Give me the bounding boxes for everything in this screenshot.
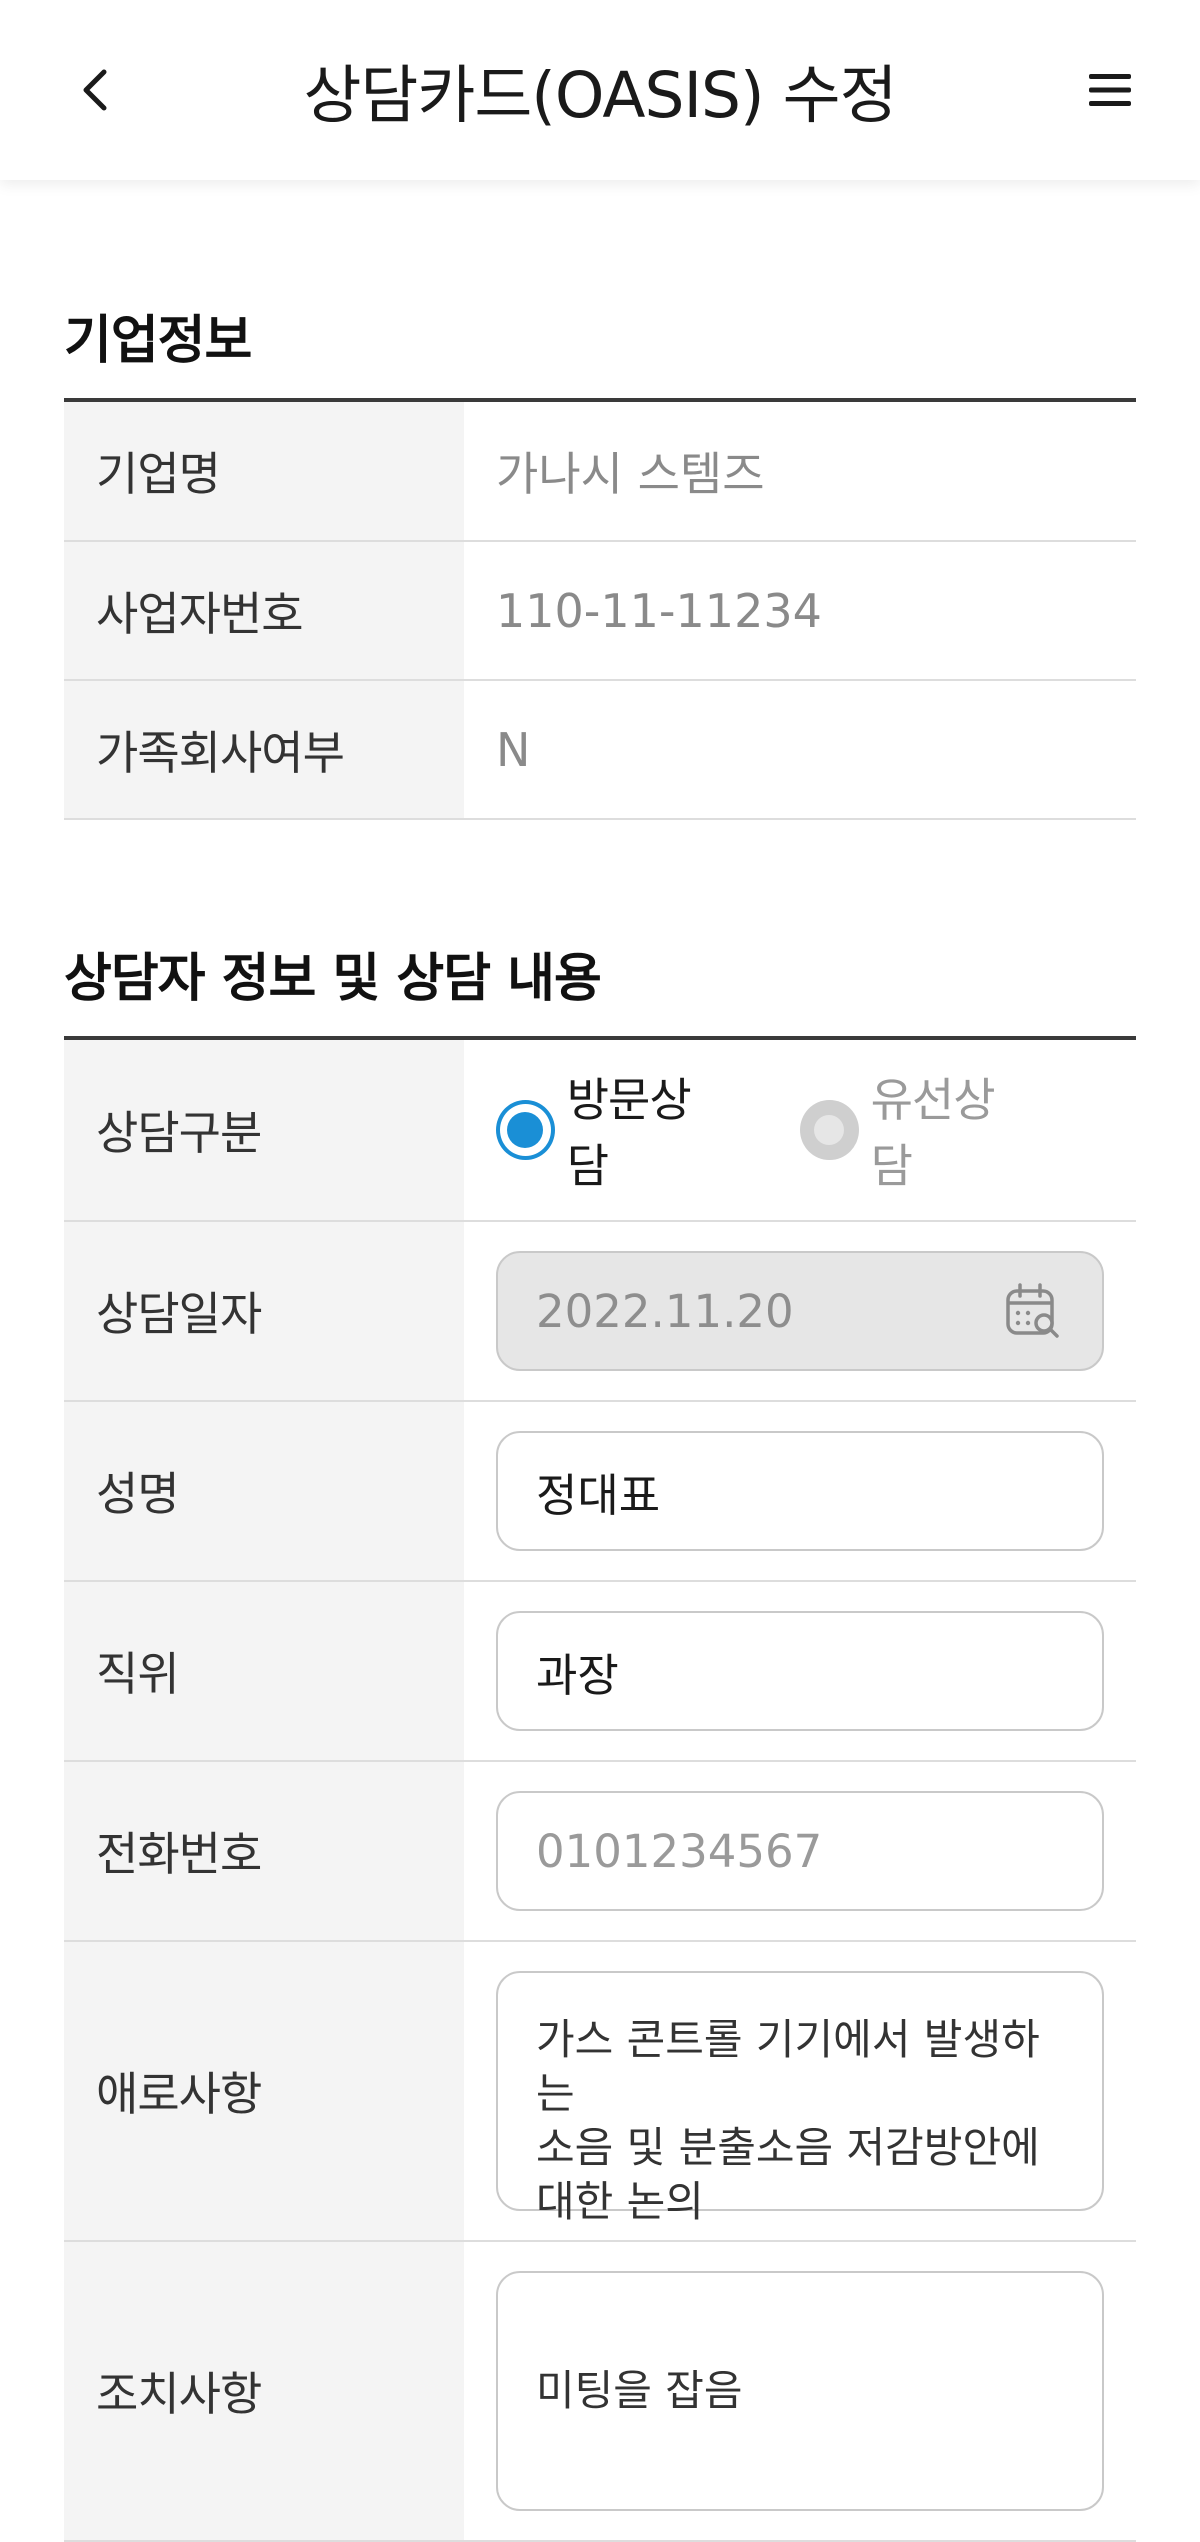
consult-date-row: 상담일자 2022.11.20 xyxy=(64,1222,1136,1402)
difficulty-textarea[interactable]: 가스 콘트롤 기기에서 발생하는 소음 및 분출소음 저감방안에 대한 논의 xyxy=(496,1971,1104,2226)
company-name-label: 기업명 xyxy=(64,402,464,540)
radio-phone-consult[interactable]: 유선상담 xyxy=(800,1064,1032,1196)
consult-info-table: 상담구분 방문상담 유선상담 상담일자 2022.11.20 성명 정대표 직위… xyxy=(64,1036,1136,2542)
radio-unselected-icon xyxy=(800,1100,859,1160)
radio-selected-icon xyxy=(496,1100,555,1160)
company-info-table: 기업명 가나시 스템즈 사업자번호 110-11-11234 가족회사여부 N xyxy=(64,398,1136,820)
consult-type-label: 상담구분 xyxy=(64,1040,464,1220)
difficulty-label: 애로사항 xyxy=(64,1942,464,2240)
action-label: 조치사항 xyxy=(64,2242,464,2540)
consult-section-title: 상담자 정보 및 상담 내용 xyxy=(64,949,602,1009)
company-section-title: 기업정보 xyxy=(64,311,252,371)
business-number-value: 110-11-11234 xyxy=(496,583,822,638)
company-name-row: 기업명 가나시 스템즈 xyxy=(64,402,1136,542)
family-company-row: 가족회사여부 N xyxy=(64,681,1136,820)
name-label: 성명 xyxy=(64,1402,464,1580)
page-title: 상담카드(OASIS) 수정 xyxy=(303,58,897,132)
menu-button[interactable] xyxy=(1070,50,1150,130)
hamburger-menu-icon xyxy=(1089,74,1131,106)
chevron-left-icon xyxy=(83,69,107,111)
consult-date-label: 상담일자 xyxy=(64,1222,464,1400)
name-input[interactable]: 정대표 xyxy=(496,1431,1104,1551)
radio-phone-label: 유선상담 xyxy=(870,1073,996,1193)
action-row: 조치사항 미팅을 잡음 xyxy=(64,2242,1136,2542)
company-name-value: 가나시 스템즈 xyxy=(496,447,765,501)
calendar-search-icon[interactable] xyxy=(1004,1282,1062,1340)
radio-visit-label: 방문상담 xyxy=(566,1073,692,1193)
phone-label: 전화번호 xyxy=(64,1762,464,1940)
family-company-label: 가족회사여부 xyxy=(64,681,464,818)
business-number-row: 사업자번호 110-11-11234 xyxy=(64,542,1136,681)
family-company-value: N xyxy=(496,722,531,777)
action-textarea[interactable]: 미팅을 잡음 xyxy=(496,2271,1104,2511)
consult-type-radio-group: 방문상담 유선상담 xyxy=(464,1040,1136,1220)
consult-type-row: 상담구분 방문상담 유선상담 xyxy=(64,1040,1136,1222)
position-input[interactable]: 과장 xyxy=(496,1611,1104,1731)
phone-row: 전화번호 0101234567 xyxy=(64,1762,1136,1942)
phone-input[interactable]: 0101234567 xyxy=(496,1791,1104,1911)
business-number-label: 사업자번호 xyxy=(64,542,464,679)
back-button[interactable] xyxy=(60,50,130,130)
position-label: 직위 xyxy=(64,1582,464,1760)
difficulty-row: 애로사항 가스 콘트롤 기기에서 발생하는 소음 및 분출소음 저감방안에 대한… xyxy=(64,1942,1136,2242)
consult-date-value: 2022.11.20 xyxy=(536,1284,794,1338)
app-header: 상담카드(OASIS) 수정 xyxy=(0,0,1200,180)
position-row: 직위 과장 xyxy=(64,1582,1136,1762)
radio-visit-consult[interactable]: 방문상담 xyxy=(496,1064,728,1196)
consult-date-field[interactable]: 2022.11.20 xyxy=(496,1251,1104,1371)
name-row: 성명 정대표 xyxy=(64,1402,1136,1582)
action-text: 미팅을 잡음 xyxy=(536,2366,743,2415)
